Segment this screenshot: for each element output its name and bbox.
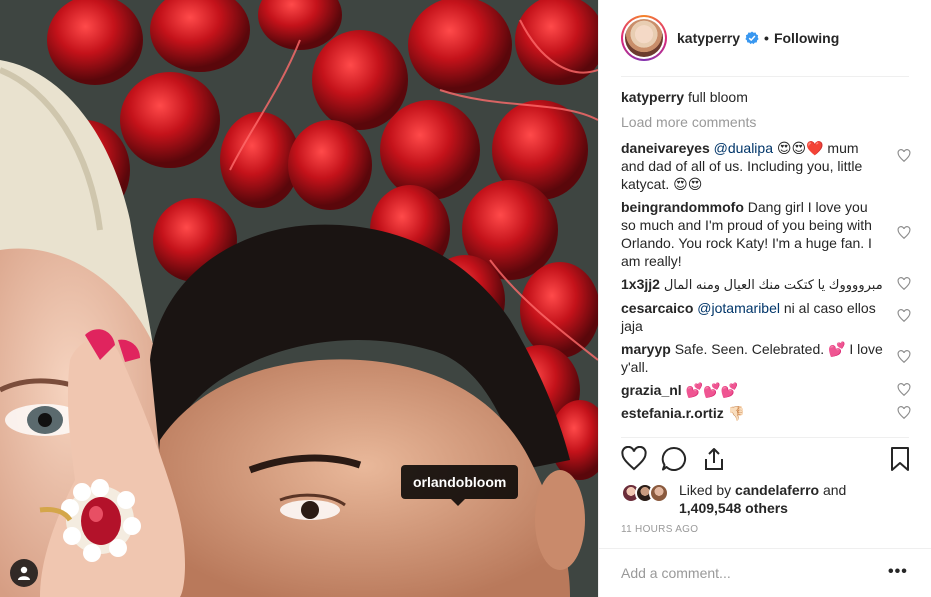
header-divider: [621, 76, 909, 77]
comment-item: maryyp Safe. Seen. Celebrated. 💕 I love …: [621, 340, 911, 376]
comment-text: مبرووووك يا كتكت منك العيال ومنه المال: [663, 277, 883, 292]
comment-icon[interactable]: [661, 446, 687, 472]
like-comment-heart-icon[interactable]: [897, 149, 911, 163]
action-bar: [621, 446, 911, 476]
caption: katyperry full bloom: [621, 88, 911, 106]
share-icon[interactable]: [701, 446, 727, 472]
following-button[interactable]: Following: [774, 30, 839, 46]
instagram-post: orlandobloom katyperry • Following katyp…: [0, 0, 931, 597]
liked-by-prefix: Liked by: [679, 482, 732, 498]
comment-item: beingrandommofo Dang girl I love you so …: [621, 198, 911, 270]
actions-divider: [621, 437, 909, 438]
avatar-inner-ring: [623, 17, 665, 59]
like-comment-heart-icon[interactable]: [897, 277, 911, 291]
comment-username[interactable]: estefania.r.ortiz: [621, 405, 724, 421]
comment-mention[interactable]: @dualipa: [714, 140, 773, 156]
comment-item: estefania.r.ortiz 👎🏻: [621, 404, 911, 422]
like-comment-heart-icon[interactable]: [897, 226, 911, 240]
verified-badge-icon: [745, 31, 759, 45]
liker-avatar[interactable]: [649, 483, 669, 503]
likes-count[interactable]: 1,409,548 others: [679, 500, 788, 516]
comment-username[interactable]: grazia_nl: [621, 382, 682, 398]
comment-username[interactable]: maryyp: [621, 341, 671, 357]
comment-text: 👎🏻: [727, 405, 746, 421]
comment-text: 💕💕💕: [685, 382, 738, 398]
user-tag-icon: [18, 566, 30, 580]
liked-by-text: Liked by candelaferro and 1,409,548 othe…: [679, 481, 846, 517]
comment-item: grazia_nl 💕💕💕: [621, 381, 911, 399]
comment-username[interactable]: beingrandommofo: [621, 199, 744, 215]
comment-username[interactable]: daneivareyes: [621, 140, 710, 156]
comment-item: daneivareyes @dualipa 😍😍❤️ mum and dad o…: [621, 139, 911, 193]
comment-mention[interactable]: @jotamaribel: [697, 300, 780, 316]
like-comment-heart-icon[interactable]: [897, 350, 911, 364]
comment-item: 1x3jj2 مبرووووك يا كتكت منك العيال ومنه …: [621, 275, 911, 294]
comment-username[interactable]: 1x3jj2: [621, 276, 660, 292]
post-photo[interactable]: orlandobloom: [0, 0, 598, 597]
liked-by-user[interactable]: candelaferro: [735, 482, 819, 498]
comment-item: cesarcaico @jotamaribel ni al caso ellos…: [621, 299, 911, 335]
bookmark-icon[interactable]: [887, 446, 913, 472]
like-comment-heart-icon[interactable]: [897, 309, 911, 323]
photo-scene: [0, 0, 598, 597]
heart-icon[interactable]: [621, 446, 647, 472]
comment-username[interactable]: cesarcaico: [621, 300, 693, 316]
header-separator: •: [764, 30, 769, 46]
photo-tag-label[interactable]: orlandobloom: [401, 465, 519, 506]
more-options-icon[interactable]: •••: [888, 563, 908, 581]
post-header: katyperry • Following: [599, 0, 931, 76]
like-comment-heart-icon[interactable]: [897, 383, 911, 397]
avatar-image: [625, 19, 663, 57]
load-more-comments[interactable]: Load more comments: [621, 113, 911, 131]
add-comment-bar: Add a comment... •••: [599, 548, 931, 597]
liked-by-and: and: [822, 482, 847, 498]
post-sidebar: katyperry • Following katyperry full blo…: [598, 0, 931, 597]
author-username[interactable]: katyperry: [677, 30, 740, 46]
caption-username[interactable]: katyperry: [621, 89, 684, 105]
add-comment-input[interactable]: Add a comment...: [621, 565, 731, 581]
likes-summary: Liked by candelaferro and 1,409,548 othe…: [621, 481, 911, 521]
author-avatar[interactable]: [621, 15, 667, 61]
comments-list: katyperry full bloom Load more comments …: [621, 88, 911, 422]
show-tags-button[interactable]: [10, 559, 38, 587]
caption-text: full bloom: [687, 89, 748, 105]
post-timestamp[interactable]: 11 HOURS AGO: [621, 524, 698, 535]
like-comment-heart-icon[interactable]: [897, 406, 911, 420]
